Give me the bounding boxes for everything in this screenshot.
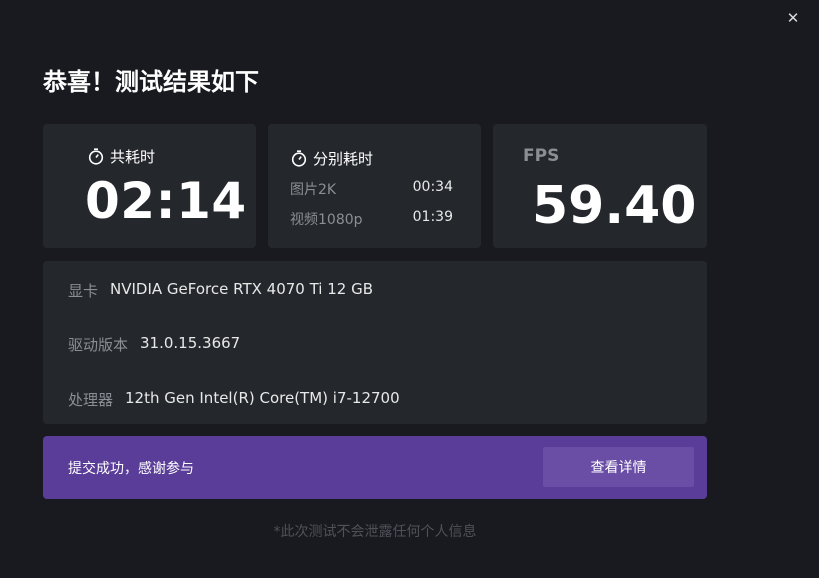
total-time-label: 共耗时: [110, 148, 156, 166]
info-value: 12th Gen Intel(R) Core(TM) i7-12700: [125, 389, 400, 407]
submit-success-banner: 提交成功，感谢参与 查看详情: [43, 436, 707, 499]
split-time-label: 分别耗时: [313, 150, 374, 168]
close-icon[interactable]: ✕: [783, 8, 803, 28]
total-time-header: 共耗时: [88, 146, 155, 167]
info-row-cpu: 处理器 12th Gen Intel(R) Core(TM) i7-12700: [68, 389, 400, 410]
split-row-value: 01:39: [412, 209, 453, 225]
split-time-card: 分别耗时 图片2K 00:34 视频1080p 01:39: [268, 124, 481, 248]
fps-label: FPS: [523, 146, 560, 166]
split-row-label: 图片2K: [290, 182, 337, 198]
split-row-label: 视频1080p: [290, 212, 363, 228]
split-time-header: 分别耗时: [291, 148, 373, 169]
fps-card: FPS 59.40: [493, 124, 707, 248]
banner-message: 提交成功，感谢参与: [68, 461, 194, 477]
info-label: 处理器: [68, 391, 114, 409]
view-details-button[interactable]: 查看详情: [543, 447, 694, 487]
split-row-value: 00:34: [412, 179, 453, 195]
system-info-panel: 显卡 NVIDIA GeForce RTX 4070 Ti 12 GB 驱动版本…: [43, 261, 707, 424]
split-row-video: 视频1080p 01:39: [290, 209, 453, 229]
info-row-driver: 驱动版本 31.0.15.3667: [68, 334, 240, 355]
page-title: 恭喜！测试结果如下: [43, 68, 259, 96]
info-value: 31.0.15.3667: [140, 334, 241, 352]
stopwatch-icon: [88, 148, 104, 165]
privacy-note: *此次测试不会泄露任何个人信息: [273, 524, 477, 540]
total-time-card: 共耗时 02:14: [43, 124, 256, 248]
fps-value: 59.40: [532, 176, 697, 236]
info-label: 驱动版本: [68, 336, 129, 354]
info-row-gpu: 显卡 NVIDIA GeForce RTX 4070 Ti 12 GB: [68, 280, 373, 301]
info-label: 显卡: [68, 282, 99, 300]
info-value: NVIDIA GeForce RTX 4070 Ti 12 GB: [110, 280, 374, 298]
stopwatch-icon: [291, 150, 307, 167]
split-row-image: 图片2K 00:34: [290, 179, 453, 199]
total-time-value: 02:14: [85, 172, 247, 230]
